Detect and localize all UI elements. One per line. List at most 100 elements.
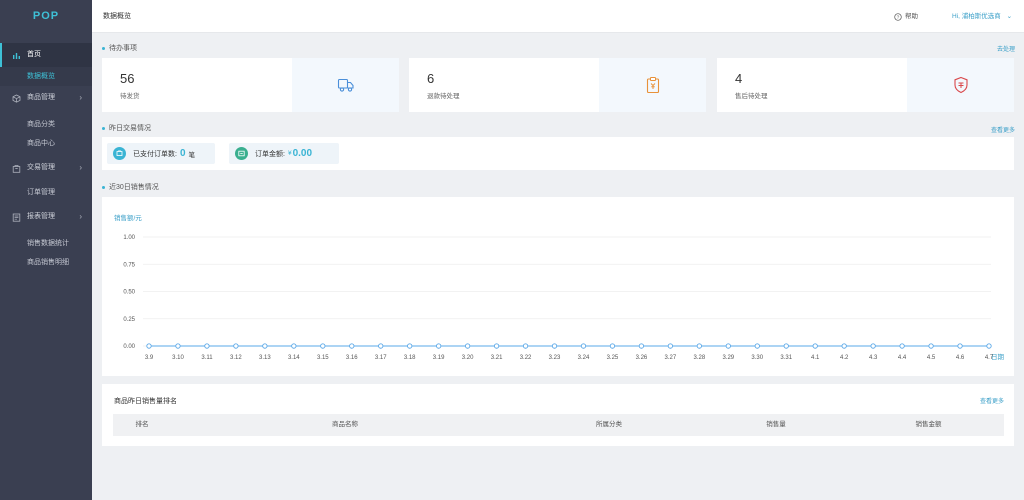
user-menu[interactable]: Hi, 浦柏斯优选商 ⌄	[952, 0, 1012, 33]
data-point[interactable]	[204, 343, 210, 349]
logo[interactable]: POP	[0, 0, 92, 33]
sidebar-item-trade[interactable]: 交易管理 ›	[0, 156, 92, 180]
data-point[interactable]	[812, 343, 818, 349]
yesterday-more-link[interactable]: 查看更多	[991, 125, 1015, 134]
sidebar-sub-goods-center[interactable]: 商品中心	[0, 134, 92, 153]
y-tick-label: 0.25	[123, 317, 135, 323]
main-content: 待办事项 去处理 56 待发货 6 退款待处理 4 售后待处理 昨日交易情况 查…	[92, 33, 1024, 500]
todo-icon-box	[907, 58, 1014, 112]
x-tick-label: 4.3	[869, 355, 878, 361]
todo-card-refund[interactable]: 6 退款待处理	[409, 58, 706, 112]
chevron-right-icon: ›	[79, 212, 82, 221]
data-point[interactable]	[667, 343, 674, 349]
sidebar-item-label: 首页	[27, 51, 41, 58]
data-point[interactable]	[754, 343, 760, 349]
user-greeting: Hi, 浦柏斯优选商	[952, 13, 1001, 20]
data-point[interactable]	[957, 343, 963, 349]
x-tick-label: 4.1	[811, 355, 820, 361]
yesterday-section-title: 昨日交易情况	[102, 123, 151, 133]
x-tick-label: 3.31	[780, 355, 792, 361]
data-point[interactable]	[580, 343, 587, 349]
yesterday-title: 昨日交易情况	[109, 125, 151, 132]
x-tick-label: 3.30	[751, 355, 763, 361]
x-tick-label: 3.27	[665, 355, 677, 361]
data-point[interactable]	[725, 343, 731, 349]
sidebar-sub-orders[interactable]: 订单管理	[0, 183, 92, 202]
data-point[interactable]	[928, 343, 934, 349]
money-icon	[235, 147, 248, 160]
ranking-more-link[interactable]: 查看更多	[980, 396, 1004, 405]
data-point[interactable]	[407, 343, 413, 349]
data-point[interactable]	[522, 343, 529, 349]
data-point[interactable]	[464, 343, 471, 349]
data-point[interactable]	[551, 343, 558, 349]
data-point[interactable]	[638, 343, 645, 349]
order-icon	[113, 147, 126, 160]
sidebar-item-home[interactable]: 首页	[0, 43, 92, 67]
col-sales-volume: 销售量	[766, 421, 786, 428]
col-category: 所属分类	[596, 421, 622, 428]
data-point[interactable]	[841, 343, 847, 349]
sales30-title: 近30日销售情况	[109, 184, 159, 191]
col-product-name: 商品名称	[332, 421, 358, 428]
data-point[interactable]	[493, 343, 500, 349]
col-sales-amount: 销售金额	[915, 421, 942, 428]
x-tick-label: 3.16	[346, 355, 358, 361]
data-point[interactable]	[436, 343, 442, 349]
sidebar-sub-goods-sales-detail[interactable]: 商品销售明细	[0, 253, 92, 272]
truck-icon	[337, 78, 354, 92]
data-point[interactable]	[899, 343, 905, 349]
chart-series	[146, 343, 992, 349]
sidebar-sub-category[interactable]: 商品分类	[0, 115, 92, 134]
todo-title: 待办事项	[109, 45, 137, 52]
todo-card-after-sales[interactable]: 4 售后待处理	[717, 58, 1014, 112]
ranking-table-header: 排名 商品名称 所属分类 销售量 销售金额	[113, 414, 1004, 436]
x-tick-label: 3.18	[404, 355, 416, 361]
sidebar-item-label: 商品管理	[27, 94, 55, 101]
data-point[interactable]	[233, 343, 239, 349]
x-tick-label: 3.26	[636, 355, 648, 361]
data-point[interactable]	[609, 343, 616, 349]
y-tick-label: 0.50	[123, 290, 135, 296]
todo-process-link[interactable]: 去处理	[997, 44, 1015, 53]
data-point[interactable]	[378, 343, 384, 349]
paid-orders-value: 0	[179, 148, 186, 159]
chart-grid	[143, 236, 991, 347]
todo-card-pending-shipment[interactable]: 56 待发货	[102, 58, 399, 112]
order-amount-value: 0.00	[292, 148, 313, 159]
x-tick-label: 4.5	[927, 355, 936, 361]
bullet-dot	[102, 126, 105, 130]
paid-orders-unit: 笔	[188, 151, 196, 159]
sidebar-item-label: 报表管理	[27, 213, 55, 220]
data-point[interactable]	[291, 343, 297, 349]
data-point[interactable]	[175, 343, 181, 349]
todo-label: 待发货	[120, 93, 140, 100]
data-point[interactable]	[986, 343, 992, 349]
help-circle-icon: ?	[894, 12, 902, 21]
sidebar-sub-sales-stats[interactable]: 销售数据统计	[0, 234, 92, 253]
todo-value: 4	[735, 71, 743, 86]
x-tick-label: 3.10	[172, 355, 184, 361]
sidebar-sub-overview[interactable]: 数据概览	[0, 67, 92, 86]
chevron-down-icon: ⌄	[1006, 13, 1013, 20]
page-title: 数据概览	[103, 13, 131, 20]
x-tick-label: 3.19	[433, 355, 445, 361]
refund-clipboard-icon	[646, 77, 659, 94]
y-tick-label: 0.00	[123, 344, 135, 350]
data-point[interactable]	[870, 343, 876, 349]
data-point[interactable]	[146, 343, 152, 349]
data-point[interactable]	[262, 343, 268, 349]
x-tick-label: 3.12	[230, 355, 242, 361]
sidebar-item-goods[interactable]: 商品管理 ›	[0, 86, 92, 110]
x-tick-label: 3.13	[259, 355, 271, 361]
data-point[interactable]	[320, 343, 326, 349]
data-point[interactable]	[696, 343, 702, 349]
chevron-right-icon: ›	[79, 93, 82, 102]
sidebar-item-report[interactable]: 报表管理 ›	[0, 205, 92, 229]
sales-ranking-card: 商品昨日销售量排名 查看更多 排名 商品名称 所属分类 销售量 销售金额	[102, 384, 1014, 446]
data-point[interactable]	[349, 343, 355, 349]
help-link[interactable]: ? 帮助	[894, 0, 918, 33]
data-point[interactable]	[783, 343, 789, 349]
chevron-right-icon: ›	[79, 163, 82, 172]
sales-line-chart: 销售额/元 日期 1.000.750.500.250.00 3.9 3.10 3.1…	[114, 213, 1005, 361]
